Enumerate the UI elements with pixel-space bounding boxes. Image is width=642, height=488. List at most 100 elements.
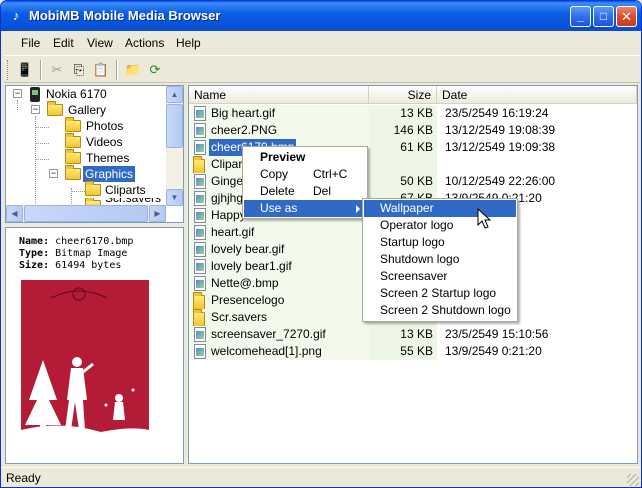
tree-vertical-scrollbar[interactable]: ▲ ▼ — [166, 86, 183, 206]
table-row[interactable]: welcomehead[1].png 55 KB 13/9/2549 0:21:20 — [189, 343, 637, 360]
folder-icon — [65, 149, 81, 164]
context-item-label: Preview — [260, 150, 306, 164]
collapse-icon[interactable]: − — [49, 169, 58, 178]
file-date: 13/12/2549 19:09:38 — [445, 140, 556, 154]
submenu-item-label: Wallpaper — [380, 201, 434, 215]
window-title: MobiMB Mobile Media Browser — [29, 8, 221, 23]
app-icon: ♪ — [12, 8, 20, 23]
scroll-down-icon[interactable]: ▼ — [166, 189, 183, 206]
tree-item-photos[interactable]: Photos — [6, 117, 166, 134]
file-name: Presencelogo — [211, 293, 285, 307]
scroll-thumb[interactable] — [166, 104, 183, 148]
image-file-icon — [194, 344, 206, 359]
table-row[interactable]: Big heart.gif 13 KB 23/5/2549 16:19:24 — [189, 105, 637, 122]
collapse-icon[interactable]: − — [31, 105, 40, 114]
folder-icon — [193, 309, 205, 327]
image-preview — [21, 280, 149, 440]
close-button[interactable]: ✕ — [616, 6, 637, 27]
context-item-preview[interactable]: Preview — [244, 149, 366, 166]
submenu-item-shutdown-logo[interactable]: Shutdown logo — [364, 251, 516, 268]
context-item-label: Copy — [260, 167, 289, 181]
cut-icon[interactable]: ✂ — [46, 59, 68, 81]
menu-file[interactable]: File — [21, 36, 40, 50]
image-file-icon — [194, 123, 206, 138]
status-text: Ready — [6, 471, 41, 485]
tree-item-label: Graphics — [83, 166, 136, 182]
column-header-name[interactable]: Name — [189, 86, 369, 104]
submenu-item-startup-logo[interactable]: Startup logo — [364, 234, 516, 251]
scroll-left-icon[interactable]: ◀ — [6, 205, 23, 222]
image-file-icon — [194, 191, 206, 206]
phone-connect-icon[interactable]: 📱 — [14, 59, 36, 81]
copy-icon[interactable]: ⎘ — [68, 59, 90, 81]
tree-item-videos[interactable]: Videos — [6, 133, 166, 150]
column-header-size[interactable]: Size — [369, 86, 437, 104]
folder-icon — [65, 165, 81, 180]
tree-item-graphics[interactable]: − Graphics — [6, 165, 166, 182]
file-size: 50 KB — [400, 174, 433, 188]
toolbar: 📱 ✂ ⎘ 📋 📁 ⟳ — [4, 55, 640, 83]
tree-item-label: Photos — [86, 119, 124, 133]
use-as-submenu: Wallpaper Operator logo Startup logo Shu… — [362, 198, 518, 322]
file-name: gjhjhg — [211, 191, 244, 205]
info-name: Name: cheer6170.bmp — [19, 236, 133, 247]
info-type-label: Type: — [19, 248, 50, 259]
maximize-button[interactable]: □ — [593, 6, 614, 27]
menu-help[interactable]: Help — [176, 36, 201, 50]
column-header-date[interactable]: Date — [437, 86, 637, 104]
tree-item-cliparts[interactable]: Cliparts — [6, 181, 166, 198]
scroll-thumb[interactable] — [24, 205, 148, 222]
status-bar: Ready — [1, 467, 641, 487]
folder-icon — [65, 133, 81, 148]
submenu-item-wallpaper[interactable]: Wallpaper — [364, 200, 516, 217]
tree-item-label: Gallery — [68, 103, 107, 117]
folder-icon — [193, 292, 205, 310]
submenu-item-label: Shutdown logo — [380, 252, 460, 266]
submenu-item-operator-logo[interactable]: Operator logo — [364, 217, 516, 234]
tree-item-themes[interactable]: Themes — [6, 149, 166, 166]
submenu-item-screen2-startup-logo[interactable]: Screen 2 Startup logo — [364, 285, 516, 302]
context-item-copy[interactable]: Copy Ctrl+C — [244, 166, 366, 183]
tree-item-gallery[interactable]: − Gallery — [6, 101, 166, 118]
menu-view[interactable]: View — [87, 36, 113, 50]
image-file-icon — [194, 276, 206, 291]
title-bar[interactable]: ♪ MobiMB Mobile Media Browser _ □ ✕ — [1, 1, 641, 31]
toolbar-separator — [40, 60, 42, 80]
folder-up-icon[interactable]: 📁 — [122, 59, 144, 81]
context-item-use-as[interactable]: Use as — [244, 200, 366, 217]
paste-icon[interactable]: 📋 — [90, 59, 112, 81]
file-name: Nette@.bmp — [211, 276, 279, 290]
menu-actions[interactable]: Actions — [125, 36, 164, 50]
scroll-right-icon[interactable]: ▶ — [149, 205, 166, 222]
submenu-item-screen2-shutdown-logo[interactable]: Screen 2 Shutdown logo — [364, 302, 516, 319]
app-window: ♪ MobiMB Mobile Media Browser _ □ ✕ File… — [0, 0, 642, 488]
phone-icon — [30, 87, 40, 102]
file-name: cheer2.PNG — [211, 123, 278, 137]
tree-item-root[interactable]: − Nokia 6170 — [6, 86, 166, 102]
submenu-item-label: Screensaver — [380, 269, 448, 283]
file-name: Scr.savers — [211, 310, 268, 324]
submenu-item-label: Screen 2 Shutdown logo — [380, 303, 511, 317]
refresh-icon[interactable]: ⟳ — [144, 59, 166, 81]
info-type-value: Bitmap Image — [55, 248, 128, 259]
info-size-label: Size: — [19, 260, 50, 271]
tree-horizontal-scrollbar[interactable]: ◀ ▶ — [6, 205, 166, 222]
menu-edit[interactable]: Edit — [53, 36, 74, 50]
file-size: 61 KB — [400, 140, 433, 154]
tree-item-label: Nokia 6170 — [46, 87, 107, 101]
file-name: heart.gif — [211, 225, 255, 239]
minimize-button[interactable]: _ — [570, 6, 591, 27]
resize-grip-icon[interactable] — [627, 474, 639, 486]
image-file-icon — [194, 259, 206, 274]
list-header: Name Size Date — [189, 86, 637, 104]
scroll-up-icon[interactable]: ▲ — [166, 86, 183, 103]
collapse-icon[interactable]: − — [13, 89, 22, 98]
submenu-item-screensaver[interactable]: Screensaver — [364, 268, 516, 285]
table-row[interactable]: cheer2.PNG 146 KB 13/12/2549 19:08:39 — [189, 122, 637, 139]
folder-tree[interactable]: − Nokia 6170 − Gallery Photos Videos The… — [5, 85, 184, 223]
file-size: 146 KB — [393, 123, 433, 137]
toolbar-grip[interactable] — [7, 60, 10, 80]
context-item-delete[interactable]: Delete Del — [244, 183, 366, 200]
image-file-icon — [194, 140, 206, 155]
table-row[interactable]: screensaver_7270.gif 13 KB 23/5/2549 15:10… — [189, 326, 637, 343]
